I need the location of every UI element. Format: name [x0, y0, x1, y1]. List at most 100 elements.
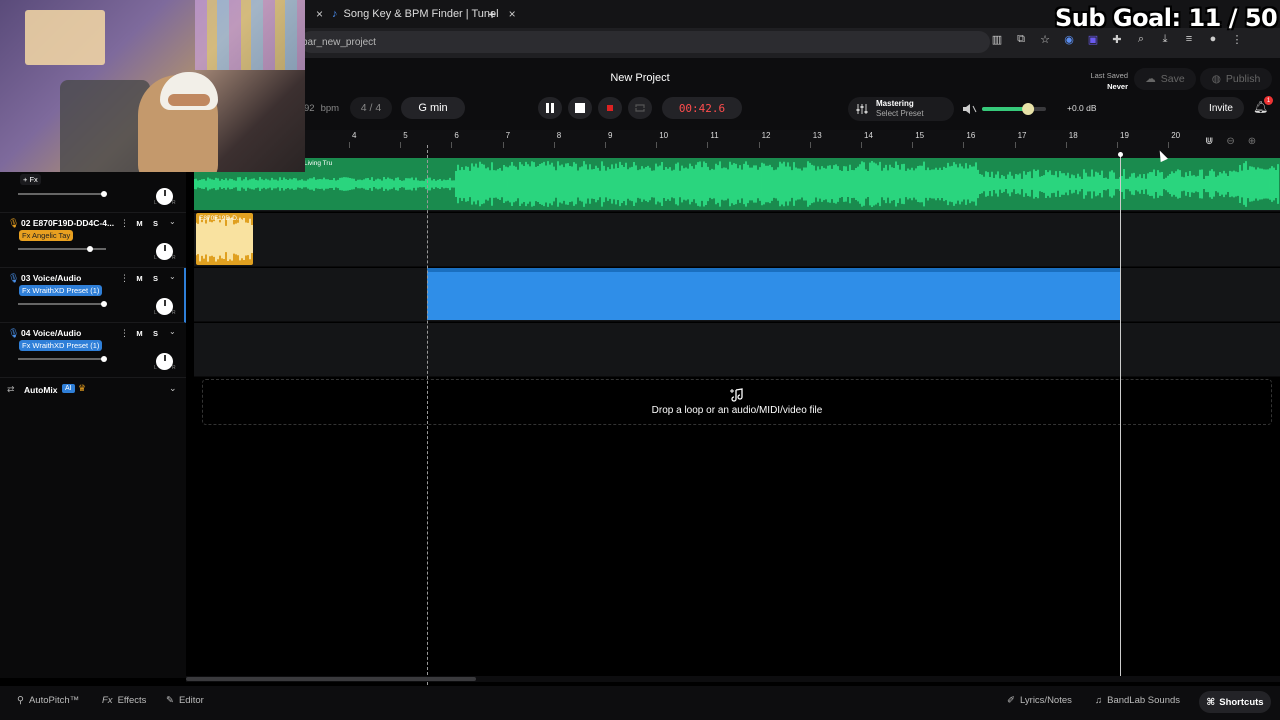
fx-badge[interactable]: Fx WraithXD Preset (1)	[19, 285, 103, 296]
close-tab-icon[interactable]: ×	[509, 7, 516, 21]
track-header-03[interactable]: 🎙︎ 03 Voice/Audio ⋮ M S ⌄ Fx WraithXD Pr…	[0, 268, 186, 323]
loop-icon	[635, 104, 645, 112]
solo-button[interactable]: S	[149, 217, 162, 229]
fx-badge[interactable]: Fx Angelic Tay	[19, 230, 74, 241]
zoom-out-icon[interactable]: ⊖	[1226, 136, 1234, 147]
pen-icon: ✐	[1007, 695, 1015, 706]
horizontal-scrollbar[interactable]	[186, 676, 1280, 682]
pause-button[interactable]	[538, 97, 562, 119]
more-options-icon[interactable]: ⋮	[120, 218, 129, 229]
mute-button[interactable]: M	[133, 327, 146, 339]
recording-clip-03[interactable]	[427, 268, 1120, 320]
playlist-icon[interactable]: ≡	[1182, 33, 1196, 46]
shield-extension-icon[interactable]: ▣	[1086, 33, 1100, 46]
reader-icon[interactable]: ▥	[990, 33, 1004, 46]
waveform	[194, 161, 1279, 207]
volume-fader[interactable]	[18, 356, 108, 362]
new-tab-button[interactable]: +	[488, 2, 496, 26]
track-name[interactable]: 02 E870F19D-DD4C-4...	[21, 218, 114, 228]
tab-search-icon[interactable]: ⌕	[1134, 33, 1148, 46]
more-options-icon[interactable]: ⋮	[120, 273, 129, 284]
ruler-bar-11: 11	[707, 131, 719, 148]
chevron-down-icon[interactable]: ⌄	[169, 272, 176, 281]
fx-badge[interactable]: Fx WraithXD Preset (1)	[19, 340, 103, 351]
lane-04[interactable]	[194, 323, 1280, 377]
record-button[interactable]	[598, 97, 622, 119]
pan-knob[interactable]	[156, 243, 173, 260]
editor-button[interactable]: ✎ Editor	[166, 695, 204, 706]
fader-knob[interactable]	[101, 191, 108, 197]
sounds-icon: ♫	[1095, 695, 1103, 706]
shortcuts-button[interactable]: ⌘ Shortcuts	[1199, 691, 1271, 713]
playhead[interactable]	[1120, 152, 1121, 682]
effects-label: Effects	[117, 695, 147, 706]
effects-button[interactable]: Fx Effects	[102, 695, 146, 706]
pan-knob[interactable]	[156, 353, 173, 370]
audio-clip-01[interactable]: Living Tru	[194, 158, 1280, 210]
mastering-label: Mastering Select Preset	[876, 99, 924, 119]
mastering-button[interactable]: Mastering Select Preset	[848, 97, 954, 121]
zoom-in-icon[interactable]: ⊕	[1248, 136, 1256, 147]
install-icon[interactable]: ⧉	[1014, 33, 1028, 46]
fader-knob[interactable]	[87, 246, 94, 252]
tracks-area[interactable]: Living Tru E870F19D-D... Drop a loop or …	[194, 158, 1280, 678]
fader-knob[interactable]	[101, 356, 108, 362]
playhead-handle[interactable]	[1118, 152, 1123, 157]
fader-knob[interactable]	[101, 301, 108, 307]
track-name[interactable]: 03 Voice/Audio	[21, 273, 81, 283]
track-header-02[interactable]: 🎙︎ 02 E870F19D-DD4C-4... ⋮ M S ⌄ Fx Ange…	[0, 213, 186, 268]
volume-fader[interactable]	[18, 301, 108, 307]
autopitch-button[interactable]: ⚲ AutoPitch™	[17, 695, 79, 706]
mute-button[interactable]: M	[133, 272, 146, 284]
tab-close-prev[interactable]: ×	[306, 2, 323, 26]
volume-slider[interactable]	[962, 101, 1072, 117]
master-volume[interactable]	[962, 101, 1072, 117]
track-header-panel: + Fx L R 🎙︎ 02 E870F19D-DD4C-4... ⋮ M S …	[0, 158, 186, 678]
lyrics-label: Lyrics/Notes	[1019, 695, 1072, 706]
chevron-down-icon[interactable]: ⌄	[169, 383, 177, 394]
stop-button[interactable]	[568, 97, 592, 119]
automix-row[interactable]: ⇄ AutoMix AI ♛ ⌄	[0, 381, 186, 401]
volume-fader[interactable]	[18, 191, 108, 197]
menu-dots-icon[interactable]: ⋮	[1230, 33, 1244, 46]
solo-button[interactable]: S	[149, 327, 162, 339]
timeline-ruler[interactable]: 4 5 6 7 8 9 10 11 12 13 14 15 16 17 18 19 20	[186, 130, 1280, 158]
bookmark-star-icon[interactable]: ☆	[1038, 33, 1052, 46]
solo-button[interactable]: S	[149, 272, 162, 284]
profile-avatar-icon[interactable]: ●	[1206, 33, 1220, 46]
pan-knob[interactable]	[156, 298, 173, 315]
lyrics-notes-button[interactable]: ✐ Lyrics/Notes	[1007, 695, 1072, 706]
download-icon[interactable]: ⤓	[1158, 33, 1172, 46]
chevron-down-icon[interactable]: ⌄	[169, 217, 176, 226]
address-bar[interactable]: bar_new_project	[300, 31, 990, 53]
bandlab-sounds-button[interactable]: ♫ BandLab Sounds	[1095, 695, 1180, 706]
extension-icon[interactable]: ◉	[1062, 33, 1076, 46]
audio-clip-02[interactable]: E870F19D-D...	[196, 213, 253, 265]
pan-knob[interactable]	[156, 188, 173, 205]
volume-fader[interactable]	[18, 246, 106, 252]
bpm-field[interactable]: 92 bpm	[304, 97, 352, 119]
chevron-down-icon[interactable]: ⌄	[169, 327, 176, 336]
ruler-bar-12: 12	[758, 131, 771, 148]
magnet-snap-icon[interactable]: ⋓	[1205, 136, 1213, 147]
track-name[interactable]: 04 Voice/Audio	[21, 328, 81, 338]
key-button[interactable]: G min	[401, 97, 465, 119]
time-signature-field[interactable]: 4 / 4	[350, 97, 392, 119]
pan-left-label: L	[154, 255, 157, 261]
drop-zone[interactable]: Drop a loop or an audio/MIDI/video file	[202, 379, 1272, 425]
track-header-04[interactable]: 🎙︎ 04 Voice/Audio ⋮ M S ⌄ Fx WraithXD Pr…	[0, 323, 186, 378]
publish-button[interactable]: ◍ Publish	[1200, 68, 1272, 90]
loop-button[interactable]	[628, 97, 652, 119]
mastering-title: Mastering	[876, 99, 914, 108]
add-fx-button[interactable]: + Fx	[20, 174, 41, 185]
ruler-bar-20: 20	[1168, 131, 1181, 148]
more-options-icon[interactable]: ⋮	[120, 328, 129, 339]
scrollbar-thumb[interactable]	[186, 677, 476, 681]
puzzle-icon[interactable]: ✚	[1110, 33, 1124, 46]
invite-button[interactable]: Invite	[1198, 97, 1244, 119]
mute-button[interactable]: M	[133, 217, 146, 229]
save-button[interactable]: ☁ Save	[1134, 68, 1196, 90]
lane-02[interactable]	[194, 213, 1280, 267]
mastering-preset: Select Preset	[876, 109, 924, 118]
project-title[interactable]: New Project	[560, 72, 720, 84]
